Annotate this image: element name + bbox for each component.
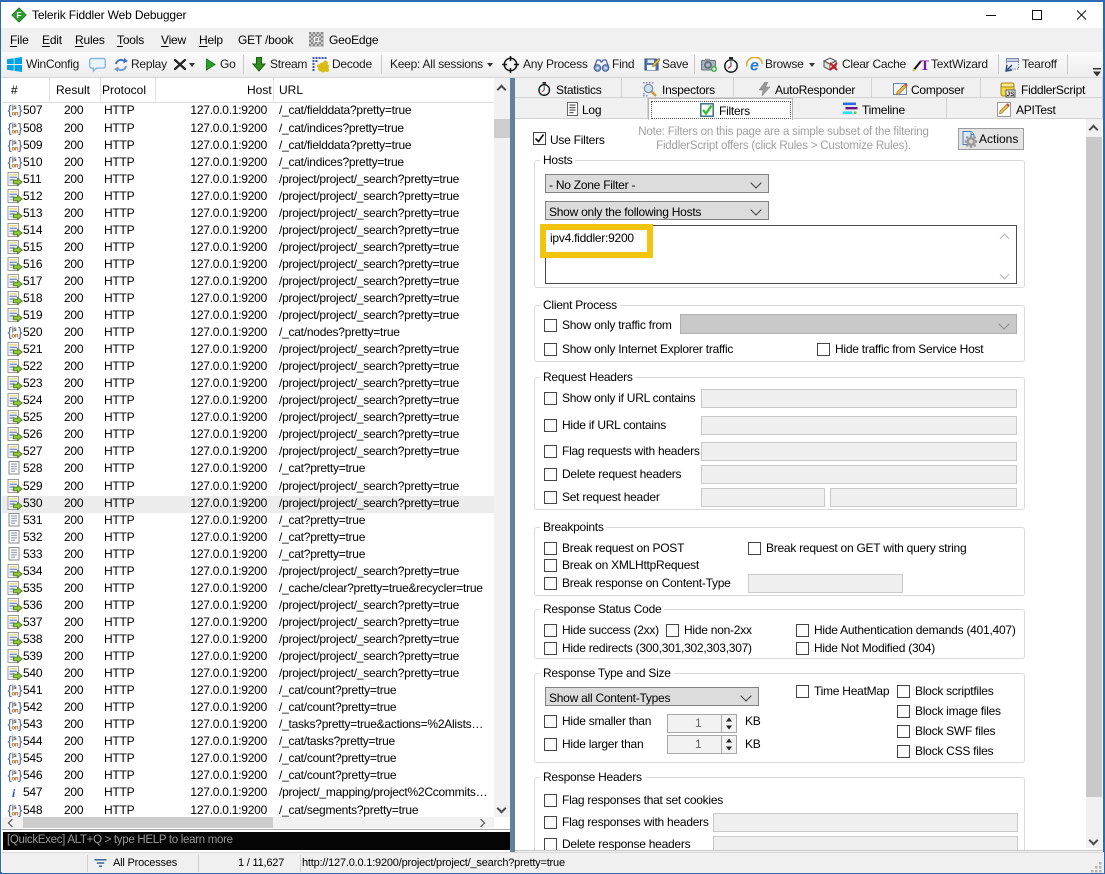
svg-text:i: i <box>12 786 16 799</box>
svg-text:js: js <box>11 753 17 759</box>
svg-text:js: js <box>11 327 17 333</box>
svg-text:on: on <box>12 777 19 783</box>
svg-text:js: js <box>11 805 17 811</box>
svg-text:on: on <box>12 692 19 698</box>
svg-text:js: js <box>11 770 17 776</box>
svg-text:e: e <box>750 58 759 74</box>
svg-text:on: on <box>12 743 19 749</box>
svg-text:T: T <box>920 58 929 72</box>
svg-text:on: on <box>12 760 19 766</box>
svg-text:on: on <box>12 334 19 340</box>
svg-text:js: js <box>11 685 17 691</box>
svg-text:js: js <box>11 736 17 742</box>
svg-text:on: on <box>12 726 19 732</box>
svg-text:js: js <box>11 105 17 111</box>
svg-text:on: on <box>12 709 19 715</box>
svg-text:on: on <box>12 163 19 169</box>
svg-text:JS: JS <box>1007 91 1016 98</box>
svg-text:js: js <box>11 719 17 725</box>
svg-text:js: js <box>11 123 17 129</box>
svg-text:on: on <box>12 811 19 817</box>
svg-text:js: js <box>11 157 17 163</box>
svg-text:on: on <box>12 146 19 152</box>
svg-text:on: on <box>12 129 19 135</box>
svg-text:F: F <box>16 10 21 20</box>
svg-text:js: js <box>11 140 17 146</box>
svg-text:js: js <box>11 702 17 708</box>
svg-text:on: on <box>12 112 19 118</box>
